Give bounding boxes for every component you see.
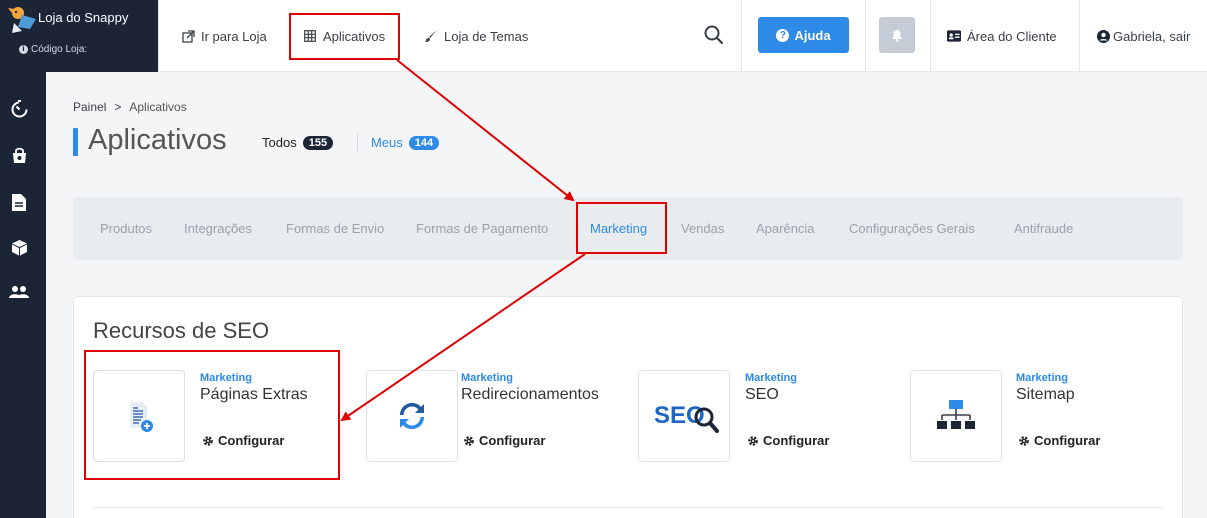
box-icon [11, 239, 27, 255]
nav-separator [865, 0, 866, 72]
annotation-arrow-1 [396, 59, 575, 202]
document-icon [12, 193, 26, 211]
brand-block[interactable]: Loja do Snappy i Código Loja: [0, 0, 158, 72]
stopwatch-icon [11, 99, 27, 117]
tab-integracoes[interactable]: Integrações [184, 197, 252, 260]
store-name: Loja do Snappy [38, 10, 129, 25]
gear-icon [1019, 435, 1029, 446]
nav-separator [930, 0, 931, 72]
card-icon-box[interactable]: SEO [638, 370, 730, 462]
users-icon [9, 286, 29, 298]
store-code: i Código Loja: [19, 44, 87, 55]
card-title: Redirecionamentos [461, 386, 599, 403]
filter-divider [357, 133, 358, 151]
configure-label: Configurar [763, 433, 830, 448]
breadcrumb-root[interactable]: Painel [73, 100, 106, 114]
store-logo-icon [8, 7, 36, 33]
apps-label: Aplicativos [323, 28, 386, 44]
page-title: Aplicativos [88, 124, 227, 156]
user-circle-icon [1096, 29, 1110, 43]
configure-button[interactable]: Configurar [463, 433, 545, 448]
title-accent-bar [73, 128, 78, 156]
filter-all[interactable]: Todos 155 [262, 135, 334, 150]
help-label: Ajuda [794, 27, 831, 43]
sidebar [0, 72, 46, 518]
configure-label: Configurar [479, 433, 546, 448]
configure-label: Configurar [1034, 433, 1101, 448]
notifications-button[interactable] [879, 17, 915, 53]
info-icon: i [19, 45, 28, 54]
configure-button[interactable]: Configurar [202, 433, 284, 448]
theme-store-link[interactable]: Loja de Temas [424, 0, 528, 72]
configure-button[interactable]: Configurar [747, 433, 829, 448]
sidebar-item-customers[interactable] [9, 282, 29, 302]
breadcrumb-current: Aplicativos [129, 100, 187, 114]
apps-link[interactable]: Aplicativos [303, 0, 385, 72]
tab-aparencia[interactable]: Aparência [756, 197, 815, 260]
filter-all-label: Todos [262, 135, 297, 150]
tab-configuracoes-gerais[interactable]: Configurações Gerais [849, 197, 975, 260]
client-area-label: Área do Cliente [967, 28, 1057, 44]
card-icon-box[interactable] [910, 370, 1002, 462]
shopping-bag-icon [12, 147, 26, 163]
search-button[interactable] [703, 24, 725, 46]
tab-formas-de-envio[interactable]: Formas de Envio [286, 197, 384, 260]
breadcrumb: Painel > Aplicativos [73, 100, 187, 114]
user-label: Gabriela, sair [1113, 28, 1191, 44]
document-plus-icon [130, 402, 153, 432]
panel-divider [93, 507, 1163, 508]
section-title: Recursos de SEO [93, 318, 270, 343]
category-tabs: Produtos Integrações Formas de Envio For… [73, 197, 1183, 260]
grid-table-icon [303, 29, 317, 43]
card-category: Marketing [461, 372, 513, 384]
help-button[interactable]: ? Ajuda [758, 17, 849, 53]
store-code-label: Código Loja: [31, 44, 88, 55]
search-icon [704, 25, 724, 45]
filter-all-count: 155 [302, 135, 334, 150]
question-icon: ? [776, 28, 790, 42]
sidebar-item-orders[interactable] [9, 145, 29, 165]
card-category: Marketing [745, 372, 797, 384]
sync-icon [399, 402, 425, 430]
card-icon-box[interactable] [366, 370, 458, 462]
gear-icon [203, 435, 213, 446]
configure-label: Configurar [218, 433, 285, 448]
filter-mine-label: Meus [371, 135, 403, 150]
card-category: Marketing [200, 372, 252, 384]
theme-store-label: Loja de Temas [444, 28, 529, 44]
filter-mine-count: 144 [408, 135, 440, 150]
brush-icon [424, 29, 438, 43]
tab-marketing[interactable]: Marketing [590, 197, 647, 260]
gear-icon [748, 435, 758, 446]
configure-button[interactable]: Configurar [1018, 433, 1100, 448]
top-bar: Loja do Snappy i Código Loja: Ir para Lo… [0, 0, 1207, 72]
gear-icon [464, 435, 474, 446]
filter-mine[interactable]: Meus 144 [371, 135, 440, 150]
tab-vendas[interactable]: Vendas [681, 197, 724, 260]
client-area-link[interactable]: Área do Cliente [947, 0, 1057, 72]
sidebar-item-pages[interactable] [9, 192, 29, 212]
tab-produtos[interactable]: Produtos [100, 197, 152, 260]
tab-formas-de-pagamento[interactable]: Formas de Pagamento [416, 197, 548, 260]
tab-antifraude[interactable]: Antifraude [1014, 197, 1073, 260]
user-logout-link[interactable]: Gabriela, sair [1096, 0, 1190, 72]
go-to-store-label: Ir para Loja [201, 28, 267, 44]
nav-separator [158, 0, 159, 72]
card-title: Sitemap [1016, 386, 1075, 403]
sidebar-item-products[interactable] [9, 237, 29, 257]
external-link-icon [181, 29, 195, 43]
id-card-icon [947, 29, 961, 43]
card-title: Páginas Extras [200, 386, 308, 403]
go-to-store-link[interactable]: Ir para Loja [181, 0, 267, 72]
sitemap-icon [937, 400, 975, 429]
seo-magnifier-icon: SEO [654, 402, 719, 433]
card-icon-box[interactable] [93, 370, 185, 462]
card-category: Marketing [1016, 372, 1068, 384]
nav-separator [741, 0, 742, 72]
breadcrumb-separator: > [114, 100, 122, 114]
sidebar-item-dashboard[interactable] [9, 98, 29, 118]
card-title: SEO [745, 386, 779, 403]
bell-icon [892, 29, 902, 42]
nav-separator [1079, 0, 1080, 72]
